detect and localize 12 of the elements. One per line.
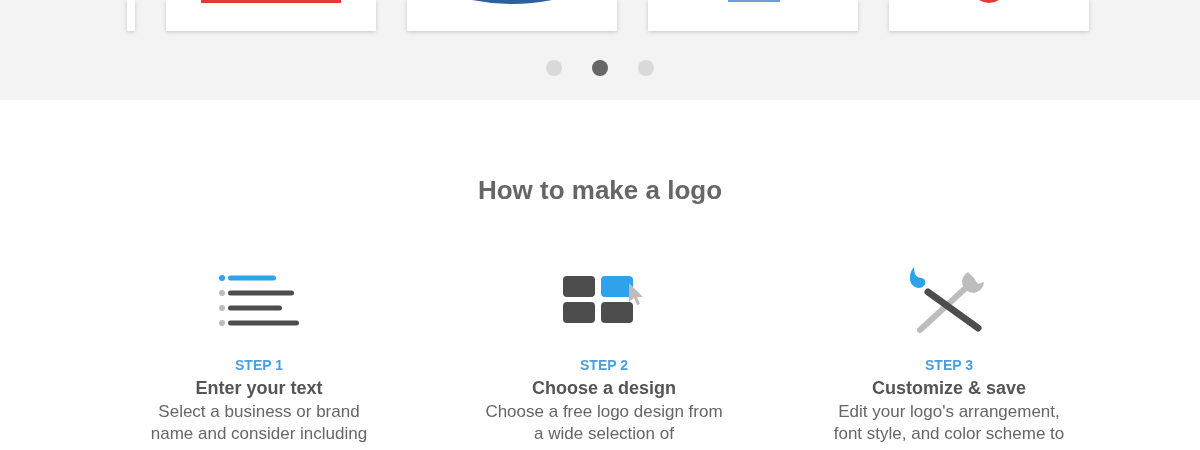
step-title: Choose a design [532,377,676,399]
step-description: Edit your logo's arrangement, font style, and color scheme to [833,401,1065,445]
step-title: Customize & save [871,377,1027,399]
step-label: STEP 3 [925,356,973,374]
list-icon [218,274,300,326]
step-title: Enter your text [195,377,323,399]
step-label: STEP 2 [580,356,628,374]
step-description: Select a business or brand name and consider including [150,401,368,445]
step-label: STEP 1 [235,356,283,374]
step-description: Choose a free logo design from a wide selection of [485,401,723,445]
layout-grid-icon [563,276,645,324]
section-heading: How to make a logo [477,174,723,206]
